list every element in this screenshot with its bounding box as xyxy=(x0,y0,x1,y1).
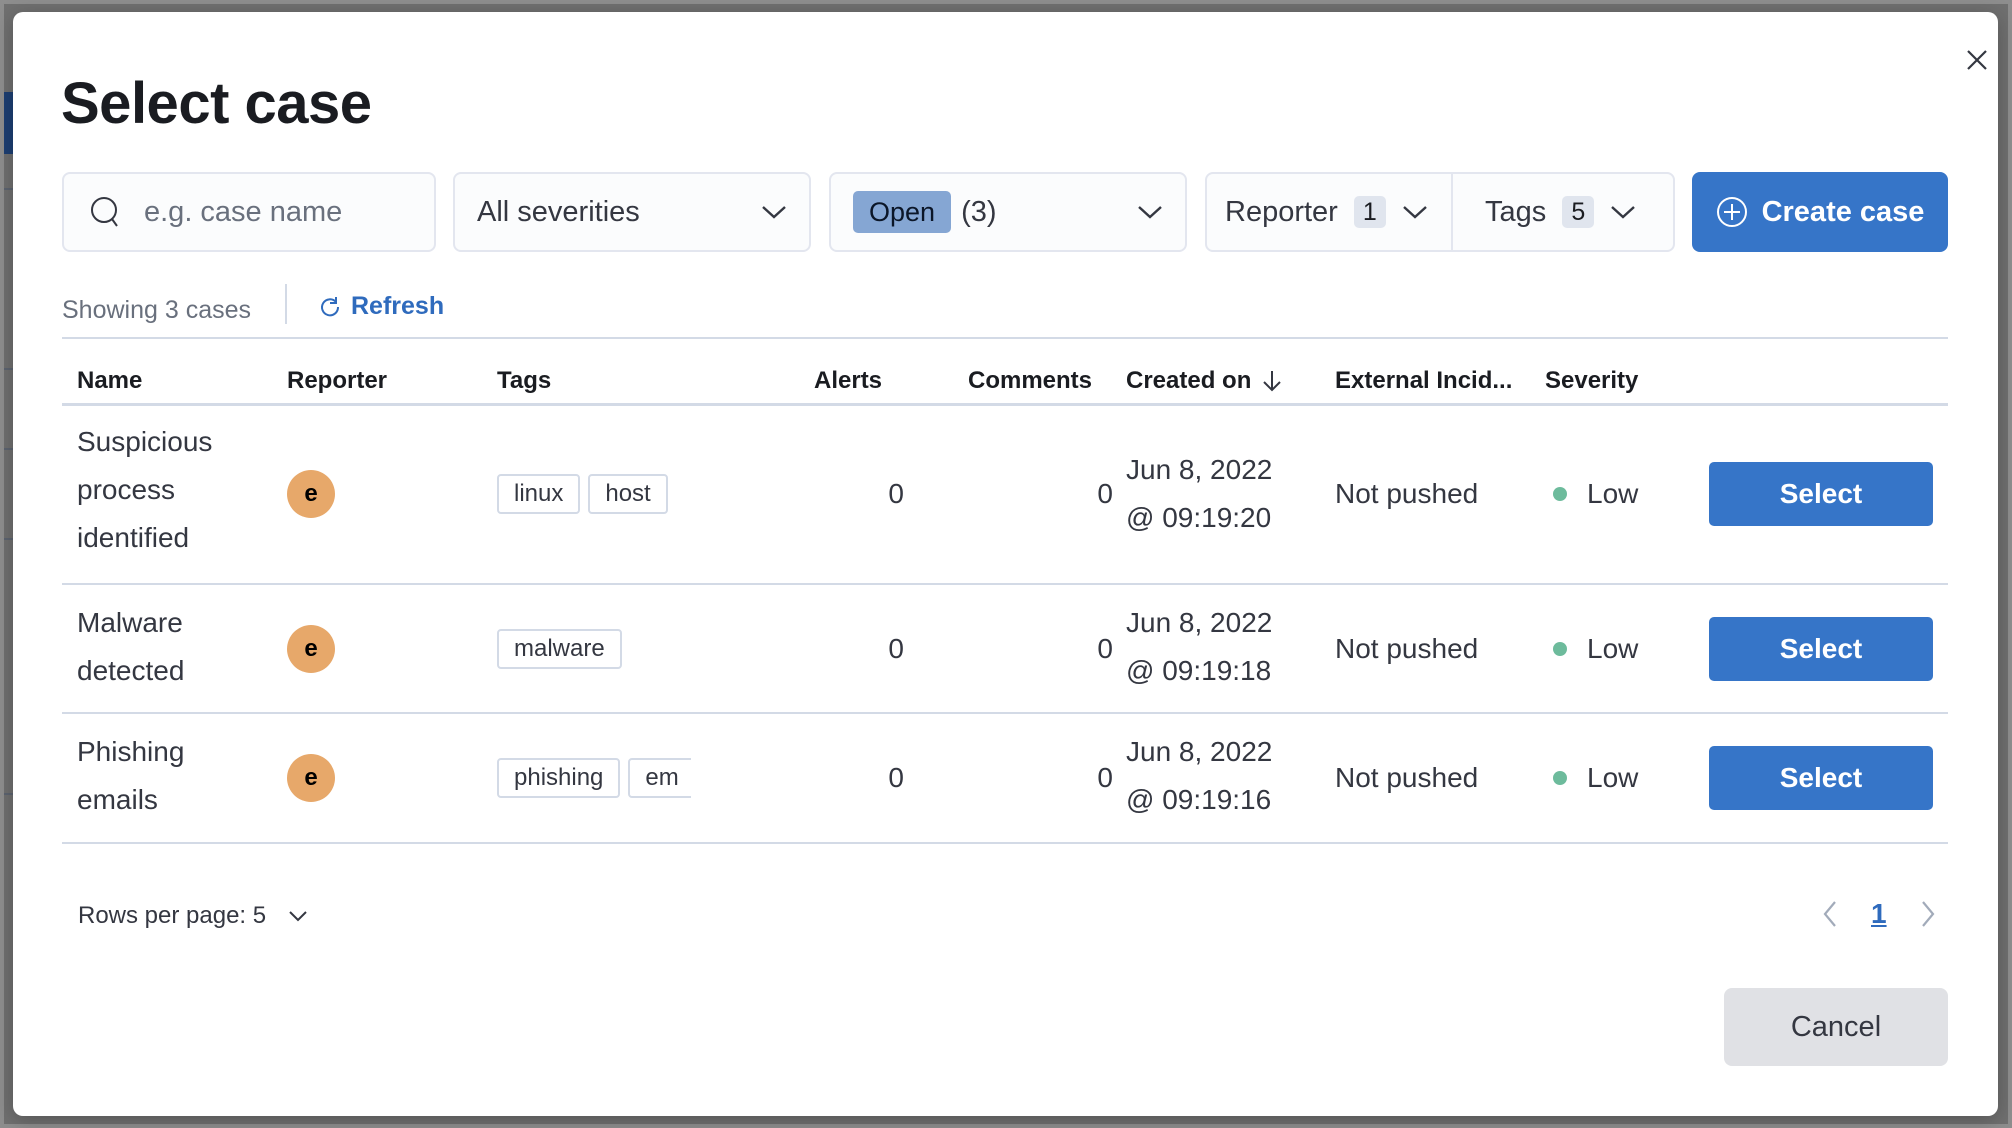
close-icon xyxy=(1967,50,1987,70)
showing-count: Showing 3 cases xyxy=(62,296,252,324)
search-field[interactable] xyxy=(62,172,436,252)
chevron-down-icon xyxy=(289,911,307,922)
select-case-modal: Select case All severities Open (3) Repo… xyxy=(13,12,1998,1116)
severity-badge: Low xyxy=(1553,470,1638,518)
previous-page-icon[interactable] xyxy=(1821,899,1839,929)
created-date: Jun 8, 2022 xyxy=(1126,454,1273,485)
tag-badge: malware xyxy=(497,629,622,669)
tags-list: malware xyxy=(497,629,697,669)
reporter-avatar[interactable]: e xyxy=(287,625,335,673)
chevron-down-icon xyxy=(1138,206,1162,219)
column-header-alerts[interactable]: Alerts xyxy=(814,367,882,395)
table-row: Phishing emails e phishing em 0 0 Jun 8,… xyxy=(13,714,1998,842)
external-incident-status: Not pushed xyxy=(1335,762,1479,793)
case-name-line: Suspicious xyxy=(77,426,213,457)
table-top-border xyxy=(62,337,1948,339)
reporter-avatar[interactable]: e xyxy=(287,470,335,518)
column-header-reporter: Reporter xyxy=(287,367,388,394)
reporter-avatar[interactable]: e xyxy=(287,754,335,802)
modal-title: Select case xyxy=(61,71,372,136)
created-date: Jun 8, 2022 xyxy=(1126,736,1273,767)
refresh-button[interactable]: Refresh xyxy=(319,292,444,321)
created-time: @ 09:19:18 xyxy=(1126,655,1272,686)
plus-in-circle-icon xyxy=(1716,197,1747,227)
pagination: 1 xyxy=(1821,898,1937,930)
created-time: @ 09:19:16 xyxy=(1126,784,1272,815)
chevron-down-icon xyxy=(1611,206,1636,219)
severity-dot-icon xyxy=(1553,771,1567,785)
case-name-line: detected xyxy=(77,655,185,686)
severity-select-value: All severities xyxy=(477,195,640,228)
next-page-icon[interactable] xyxy=(1919,899,1937,929)
create-case-button[interactable]: Create case xyxy=(1692,172,1948,252)
column-header-created-on[interactable]: Created on xyxy=(1126,367,1283,395)
tag-badge: linux xyxy=(497,474,581,514)
tags-count-badge: 5 xyxy=(1562,196,1595,228)
page-number-button[interactable]: 1 xyxy=(1871,898,1887,930)
case-name-line: Phishing xyxy=(77,736,185,767)
alerts-count: 0 xyxy=(888,633,904,664)
severity-badge: Low xyxy=(1553,754,1638,802)
select-case-button[interactable]: Select xyxy=(1709,746,1933,810)
comments-count: 0 xyxy=(1097,633,1113,664)
sort-descending-icon xyxy=(1263,371,1282,392)
select-case-button[interactable]: Select xyxy=(1709,462,1933,526)
tag-badge: phishing xyxy=(497,758,621,798)
comments-count: 0 xyxy=(1097,762,1113,793)
tags-list: linux host xyxy=(497,474,697,514)
reporter-filter-label: Reporter xyxy=(1225,195,1338,228)
summary-divider xyxy=(285,284,287,324)
tags-list: phishing em xyxy=(497,758,691,798)
alerts-count: 0 xyxy=(888,478,904,509)
severity-dot-icon xyxy=(1553,642,1567,656)
reporter-filter-button[interactable]: Reporter 1 xyxy=(1207,174,1453,250)
filter-group: Reporter 1 Tags 5 xyxy=(1205,172,1675,252)
external-incident-status: Not pushed xyxy=(1335,633,1479,664)
refresh-label: Refresh xyxy=(351,292,445,320)
tag-badge: em xyxy=(628,758,691,798)
case-name-line: identified xyxy=(77,522,190,553)
tags-filter-label: Tags xyxy=(1485,195,1547,228)
status-open-badge: Open xyxy=(853,191,952,233)
status-count: (3) xyxy=(961,195,997,228)
created-date: Jun 8, 2022 xyxy=(1126,607,1273,638)
table-row: Suspicious process identified e linux ho… xyxy=(13,406,1998,583)
search-icon xyxy=(91,197,118,227)
severity-select[interactable]: All severities xyxy=(453,172,811,252)
external-incident-status: Not pushed xyxy=(1335,478,1479,509)
status-select[interactable]: Open (3) xyxy=(829,172,1187,252)
case-name-line: Malware xyxy=(77,607,183,638)
comments-count: 0 xyxy=(1097,478,1113,509)
column-header-name[interactable]: Name xyxy=(77,367,142,395)
close-button[interactable] xyxy=(1959,42,1995,78)
case-name-line: process xyxy=(77,474,176,505)
column-header-severity[interactable]: Severity xyxy=(1545,367,1638,395)
alerts-count: 0 xyxy=(888,762,904,793)
table-bottom-border xyxy=(62,842,1948,844)
table-row: Malware detected e malware 0 0 Jun 8, 20… xyxy=(13,585,1998,712)
tags-filter-button[interactable]: Tags 5 xyxy=(1453,174,1673,250)
rows-per-page-select[interactable]: Rows per page: 5 xyxy=(78,902,308,930)
tag-badge: host xyxy=(588,474,668,514)
severity-label: Low xyxy=(1587,762,1639,793)
chevron-down-icon xyxy=(1403,206,1427,219)
rows-per-page-label: Rows per page: 5 xyxy=(78,902,267,929)
case-name-line: emails xyxy=(77,784,158,815)
column-header-comments[interactable]: Comments xyxy=(968,367,1092,395)
column-header-created-on-label: Created on xyxy=(1126,367,1252,394)
column-header-external-incident[interactable]: External Incid... xyxy=(1335,367,1512,395)
severity-label: Low xyxy=(1587,478,1639,509)
created-time: @ 09:19:20 xyxy=(1126,502,1272,533)
chevron-down-icon xyxy=(762,206,786,219)
severity-label: Low xyxy=(1587,633,1639,664)
cancel-button[interactable]: Cancel xyxy=(1724,988,1948,1066)
severity-badge: Low xyxy=(1553,625,1638,673)
severity-dot-icon xyxy=(1553,487,1567,501)
column-header-tags: Tags xyxy=(497,367,552,394)
select-case-button[interactable]: Select xyxy=(1709,617,1933,681)
create-case-label: Create case xyxy=(1761,195,1925,228)
search-input[interactable] xyxy=(144,195,424,229)
refresh-icon xyxy=(321,296,340,316)
reporter-count-badge: 1 xyxy=(1353,196,1386,228)
